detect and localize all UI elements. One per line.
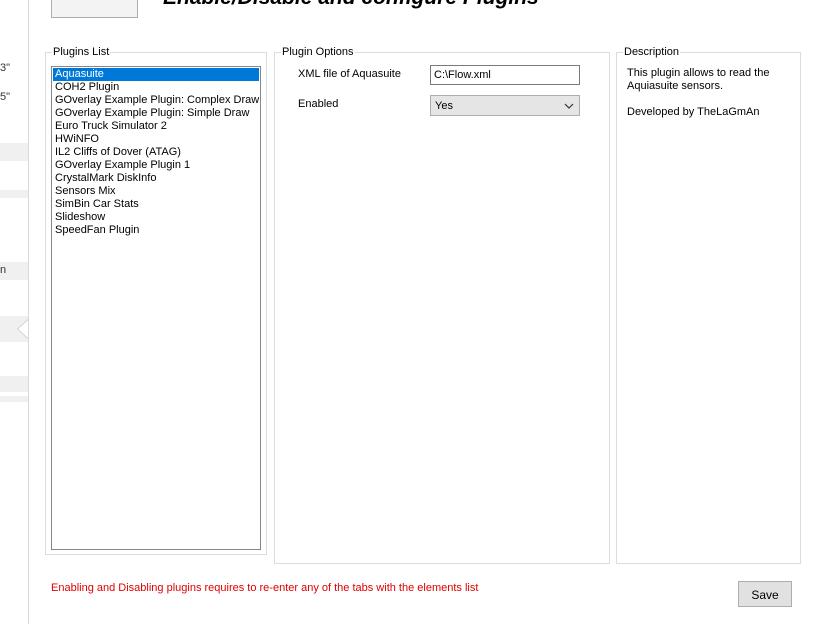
xml-file-label: XML file of Aquasuite <box>298 68 401 80</box>
description-body: This plugin allows to read the Aquiasuit… <box>627 67 770 92</box>
left-strip-item[interactable]: n <box>0 262 28 280</box>
description-author: Developed by TheLaGmAn <box>627 106 760 118</box>
left-strip-fragment: n <box>0 264 7 276</box>
plugin-list-item[interactable]: HWiNFO <box>53 133 259 146</box>
enabled-select-value: Yes <box>435 100 453 112</box>
plugin-list-item[interactable]: Slideshow <box>53 211 259 224</box>
plugin-list-item[interactable]: COH2 Plugin <box>53 81 259 94</box>
plugin-list-item[interactable]: GOverlay Example Plugin 1 <box>53 159 259 172</box>
plugin-list-item[interactable]: GOverlay Example Plugin: Simple Draw <box>53 107 259 120</box>
plugin-list-item[interactable]: GOverlay Example Plugin: Complex Draw <box>53 94 259 107</box>
left-strip-fragment: 5" <box>0 91 11 103</box>
left-strip-item[interactable] <box>0 190 28 198</box>
description-label: Description <box>623 45 681 59</box>
warning-message: Enabling and Disabling plugins requires … <box>51 582 479 594</box>
plugin-options-label: Plugin Options <box>281 45 355 59</box>
selection-pointer-icon <box>18 320 28 338</box>
plugins-list-label: Plugins List <box>52 45 111 59</box>
save-button[interactable]: Save <box>738 581 792 607</box>
page-title: Enable/Disable and configure Plugins <box>163 0 539 10</box>
chevron-down-icon <box>564 103 574 109</box>
enabled-select[interactable]: Yes <box>430 95 580 116</box>
description-group: Description This plugin allows to read t… <box>616 45 801 564</box>
left-strip-item[interactable] <box>0 143 28 161</box>
plugin-options-group: Plugin Options XML file of Aquasuite Ena… <box>274 45 610 564</box>
plugins-listbox[interactable]: Aquasuite COH2 Plugin GOverlay Example Plu… <box>51 66 261 550</box>
plugin-list-item[interactable]: Aquasuite <box>53 68 259 81</box>
top-button[interactable] <box>51 0 138 18</box>
plugin-list-item[interactable]: Sensors Mix <box>53 185 259 198</box>
plugin-list-item[interactable]: SimBin Car Stats <box>53 198 259 211</box>
description-text: This plugin allows to read the Aquiasuit… <box>627 67 797 119</box>
plugin-list-item[interactable]: SpeedFan Plugin <box>53 224 259 237</box>
enabled-label: Enabled <box>298 98 339 110</box>
plugins-list-group: Plugins List Aquasuite COH2 Plugin GOverla… <box>45 45 267 555</box>
left-strip-item[interactable] <box>0 396 28 402</box>
left-strip-item[interactable] <box>0 376 28 392</box>
left-navigation-strip: 3" 5" n <box>0 0 29 624</box>
xml-file-input[interactable] <box>430 65 580 85</box>
left-strip-fragment: 3" <box>0 62 11 74</box>
plugin-list-item[interactable]: CrystalMark DiskInfo <box>53 172 259 185</box>
plugin-list-item[interactable]: IL2 Cliffs of Dover (ATAG) <box>53 146 259 159</box>
plugin-list-item[interactable]: Euro Truck Simulator 2 <box>53 120 259 133</box>
